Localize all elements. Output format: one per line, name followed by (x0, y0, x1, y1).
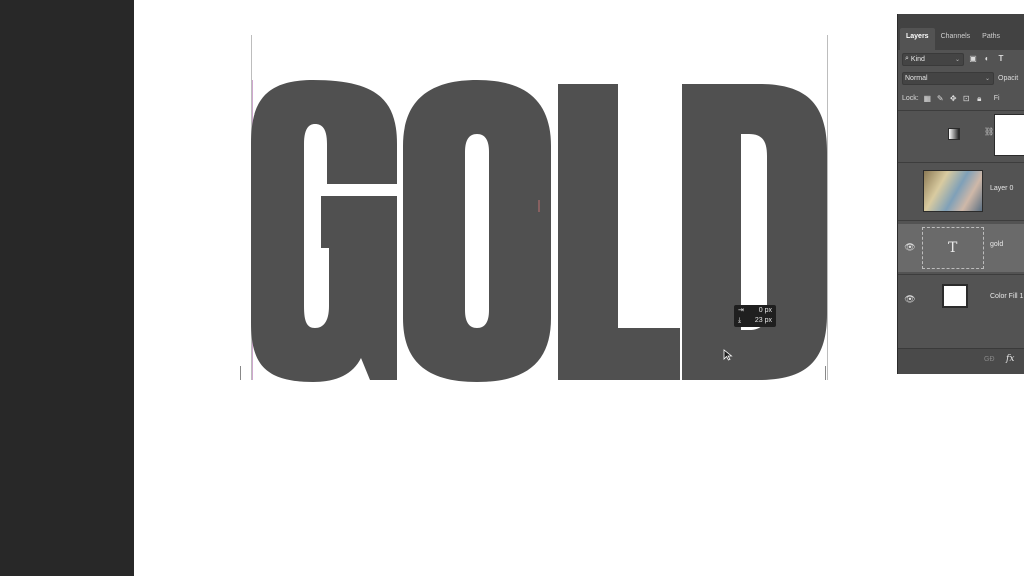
blend-mode-value: Normal (905, 75, 928, 82)
lock-row: Lock: ▦ ✎ ✥ ⊡ 🔒︎ Fi (902, 94, 1000, 103)
layer-row-gold[interactable]: 👁︎ T gold (898, 224, 1024, 272)
tab-channels[interactable]: Channels (935, 28, 977, 50)
mask-thumbnail (994, 114, 1024, 156)
move-cursor-icon (723, 349, 733, 361)
fill-label: Fi (993, 95, 1000, 102)
tab-layers[interactable]: Layers (900, 28, 935, 50)
fx-icon[interactable]: fx (1006, 354, 1014, 364)
link-layers-icon[interactable]: GĐ (984, 356, 995, 363)
filter-kind-select[interactable]: ⌕ Kind ⌄ (902, 52, 964, 66)
lock-paint-icon[interactable]: ✎ (936, 94, 945, 103)
layers-panel: Layers Channels Paths ⌕ Kind ⌄ ▣ ◐ T Nor… (897, 14, 1024, 374)
layer-row-color-fill-1[interactable]: 👁︎ Color Fill 1 (898, 276, 1024, 322)
vertical-offset-value: 23 px (754, 317, 772, 324)
search-icon: ⌕ (905, 55, 909, 62)
letter-g (251, 80, 397, 382)
image-thumbnail (923, 170, 983, 212)
chevron-down-icon: ⌄ (954, 56, 960, 63)
letter-d (682, 84, 827, 380)
type-icon: T (948, 240, 958, 256)
layer-name: Layer 0 (990, 185, 1014, 192)
divider (898, 220, 1024, 221)
link-icon: ⛓ (984, 127, 995, 136)
layer-row-layer-0[interactable]: Layer 0 (898, 168, 1024, 214)
blend-mode-select[interactable]: Normal ⌄ (902, 72, 994, 85)
chevron-down-icon: ⌄ (984, 76, 990, 82)
divider (898, 274, 1024, 275)
tab-paths[interactable]: Paths (976, 28, 1006, 50)
layer-row-adjustment[interactable]: ⛓ (898, 112, 1024, 158)
adjustment-filter-icon[interactable]: ◐ (982, 54, 992, 64)
layer-filter-row: ⌕ Kind ⌄ ▣ ◐ T (902, 52, 1006, 66)
filter-kind-value: Kind (910, 55, 925, 63)
lock-transparent-icon[interactable]: ▦ (923, 94, 932, 103)
measurement-tooltip: ⇥ 0 px ⤓ 23 px (734, 305, 776, 327)
letter-l (558, 84, 680, 380)
horizontal-offset-value: 0 px (758, 307, 772, 314)
opacity-label: Opacit (998, 75, 1019, 82)
lock-artboard-icon[interactable]: ⊡ (962, 94, 971, 103)
layers-bottom-bar: GĐ fx (898, 348, 1024, 374)
divider (898, 110, 1024, 111)
gold-text-layer[interactable] (249, 60, 829, 390)
eye-icon[interactable]: 👁︎ (904, 293, 916, 305)
eye-icon[interactable]: 👁︎ (904, 241, 916, 253)
tick-left (240, 366, 241, 380)
type-filter-icon[interactable]: T (996, 54, 1006, 64)
letter-o (403, 80, 551, 382)
vertical-offset-icon: ⤓ (738, 317, 742, 324)
text-layer-thumbnail: T (922, 227, 984, 269)
image-filter-icon[interactable]: ▣ (968, 54, 978, 64)
lock-label: Lock: (902, 95, 919, 102)
divider (898, 162, 1024, 163)
layer-name: gold (990, 241, 1004, 248)
horizontal-offset-icon: ⇥ (738, 307, 744, 314)
lock-position-icon[interactable]: ✥ (949, 94, 958, 103)
blend-row: Normal ⌄ Opacit (902, 72, 1018, 85)
panel-tabs: Layers Channels Paths (898, 14, 1024, 50)
fill-thumbnail (942, 284, 968, 308)
layer-name: Color Fill 1 (990, 293, 1024, 300)
adjustment-thumbnail (948, 128, 960, 140)
left-toolbar-area (0, 0, 134, 576)
lock-all-icon[interactable]: 🔒︎ (975, 94, 984, 103)
